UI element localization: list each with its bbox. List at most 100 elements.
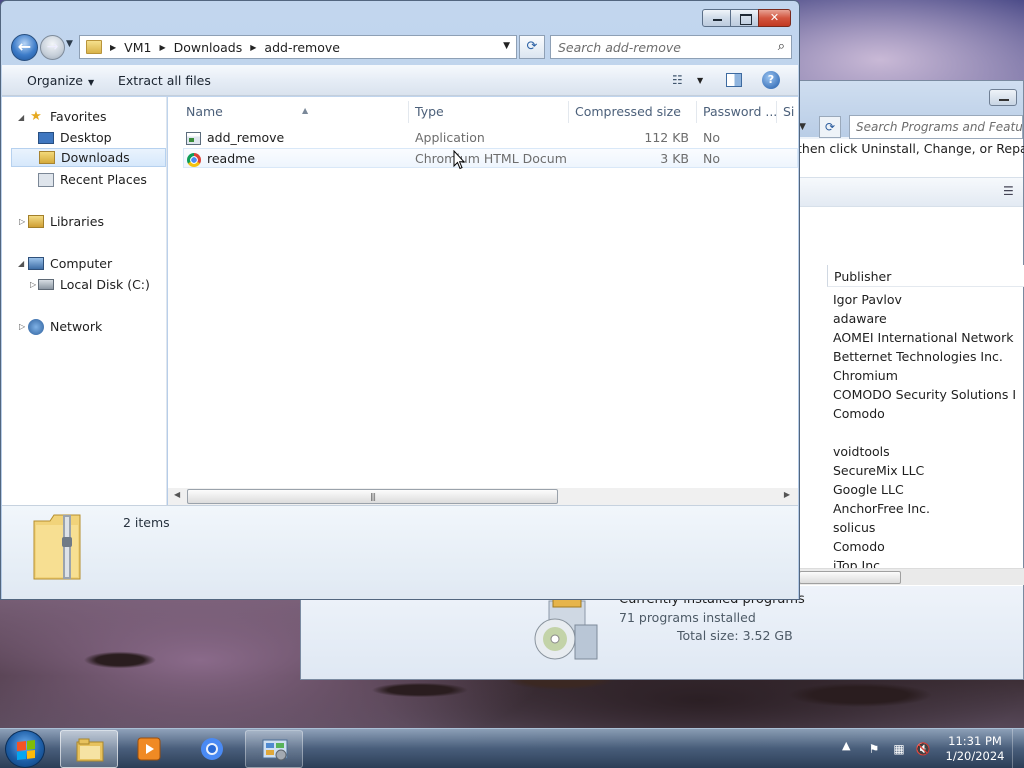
view-options-icon[interactable]: ☰ [1003,184,1019,198]
expand-local-disk-icon[interactable]: ▷ [30,280,36,289]
publisher-cell[interactable]: AnchorFree Inc. [833,499,1017,518]
file-name: add_remove [207,130,285,145]
publisher-cell[interactable]: AOMEI International Network Li... [833,328,1017,347]
organize-button[interactable]: Organize ▼ [27,73,94,88]
nav-network[interactable]: Network [28,317,102,336]
file-compressed-size: 112 KB [644,130,689,145]
control-panel-icon [262,739,288,761]
minimize-button[interactable] [702,9,731,27]
publisher-cell[interactable]: voidtools [833,442,1017,461]
taskbar-media-player[interactable] [120,730,178,768]
taskbar-chromium[interactable] [183,730,241,768]
back-button[interactable]: ← [11,34,38,61]
column-header-size[interactable]: Si [777,101,798,123]
file-list-scroll-thumb[interactable]: ||| [187,489,558,504]
publisher-cell[interactable] [833,423,1017,442]
computer-icon [28,257,44,270]
start-button[interactable] [5,730,45,768]
column-header-password[interactable]: Password ... [697,101,777,123]
file-name-cell: readme [187,149,412,169]
scroll-left-icon[interactable]: ◀ [174,490,180,499]
window-caption-buttons: ✕ [702,9,791,27]
publisher-cell[interactable]: Betternet Technologies Inc. [833,347,1017,366]
breadcrumb-separator-icon[interactable]: ▶ [159,43,165,52]
programs-scroll-thumb[interactable] [799,571,901,584]
taskbar-control-panel[interactable] [245,730,303,768]
taskbar-explorer[interactable] [60,730,118,768]
file-row[interactable]: add_remove Application 112 KB No [183,128,798,148]
breadcrumb-vm1[interactable]: VM1 [124,40,151,55]
libraries-icon [28,215,44,228]
column-header-publisher[interactable]: Publisher [827,265,1024,287]
windows-logo-icon [17,740,35,760]
nav-computer[interactable]: Computer [28,254,112,273]
nav-local-disk[interactable]: Local Disk (C:) [38,275,150,294]
change-view-icon[interactable]: ☷ [672,73,683,87]
folder-icon [86,40,102,54]
nav-recent-places[interactable]: Recent Places [38,170,147,189]
file-type: Application [415,130,485,145]
column-header-name[interactable]: Name ▲ [180,101,409,123]
recent-pages-dropdown[interactable]: ▼ [66,39,73,49]
programs-refresh-button[interactable]: ⟳ [819,116,841,138]
maximize-button[interactable] [730,9,759,27]
refresh-button[interactable]: ⟳ [519,35,545,59]
expand-libraries-icon[interactable]: ▷ [19,217,25,226]
column-name-label: Name [186,104,223,119]
nav-downloads-label: Downloads [61,150,130,165]
nav-desktop[interactable]: Desktop [38,128,112,147]
expand-computer-icon[interactable]: ◢ [18,259,24,268]
programs-minimize-button[interactable] [989,89,1017,106]
nav-downloads[interactable]: Downloads [11,148,166,167]
publisher-cell[interactable]: solicus [833,518,1017,537]
volume-muted-icon[interactable]: 🔇 [915,741,931,757]
show-desktop-button[interactable] [1012,729,1024,768]
clock[interactable]: 11:31 PM 1/20/2024 [940,734,1010,764]
view-options-dropdown-icon[interactable]: ▼ [697,76,703,85]
scroll-right-icon[interactable]: ▶ [784,490,790,499]
breadcrumb-separator-icon[interactable]: ▶ [250,43,256,52]
address-bar[interactable]: ▶ VM1 ▶ Downloads ▶ add-remove ▼ [79,35,517,59]
expand-network-icon[interactable]: ▷ [19,322,25,331]
desktop-icon [38,131,54,144]
nav-libraries[interactable]: Libraries [28,212,104,231]
network-tray-icon[interactable]: ▦ [891,741,907,757]
show-hidden-icons-icon[interactable]: ▲ [842,739,850,752]
publisher-cell[interactable]: Google LLC [833,480,1017,499]
recent-places-icon [38,172,54,187]
nav-network-label: Network [50,319,103,334]
programs-horizontal-scrollbar[interactable] [799,568,1024,585]
file-row[interactable]: readme Chromium HTML Docum... 3 KB No [183,148,798,168]
close-button[interactable]: ✕ [758,9,791,27]
breadcrumb-separator-icon[interactable]: ▶ [110,43,116,52]
column-header-type[interactable]: Type [409,101,569,123]
address-dropdown-icon[interactable]: ▼ [503,41,510,51]
breadcrumb-downloads[interactable]: Downloads [174,40,243,55]
preview-pane-icon[interactable] [726,73,742,87]
publisher-cell[interactable]: Igor Pavlov [833,290,1017,309]
column-header-compressed-size[interactable]: Compressed size [569,101,697,123]
nav-local-disk-label: Local Disk (C:) [60,277,150,292]
publisher-cell[interactable]: adaware [833,309,1017,328]
programs-address-dropdown[interactable]: ▼ [799,117,813,137]
explorer-window[interactable]: ✕ ← → ▼ ▶ VM1 ▶ Downloads ▶ add-remove ▼… [0,0,800,600]
breadcrumb-add-remove[interactable]: add-remove [264,40,340,55]
forward-button[interactable]: → [40,35,65,60]
search-input[interactable]: Search add-remove ⌕ [550,35,792,59]
action-center-flag-icon[interactable]: ⚑ [866,741,882,757]
nav-favorites-label: Favorites [50,109,107,124]
expand-favorites-icon[interactable]: ◢ [18,113,24,122]
programs-search-input[interactable]: Search Programs and Features [849,115,1023,139]
nav-desktop-label: Desktop [60,130,112,145]
extract-all-button[interactable]: Extract all files [118,73,211,88]
publisher-cell[interactable]: Comodo [833,404,1017,423]
search-placeholder: Search add-remove [558,40,681,55]
file-name-cell: add_remove [186,128,411,148]
publisher-cell[interactable]: Chromium [833,366,1017,385]
help-icon[interactable]: ? [762,71,780,89]
nav-favorites[interactable]: ★ Favorites [28,107,106,126]
publisher-cell[interactable]: COMODO Security Solutions Inc. [833,385,1017,404]
publisher-cell[interactable]: Comodo [833,537,1017,556]
publisher-cell[interactable]: SecureMix LLC [833,461,1017,480]
file-list-horizontal-scrollbar[interactable]: ◀ ||| ▶ [168,488,798,505]
